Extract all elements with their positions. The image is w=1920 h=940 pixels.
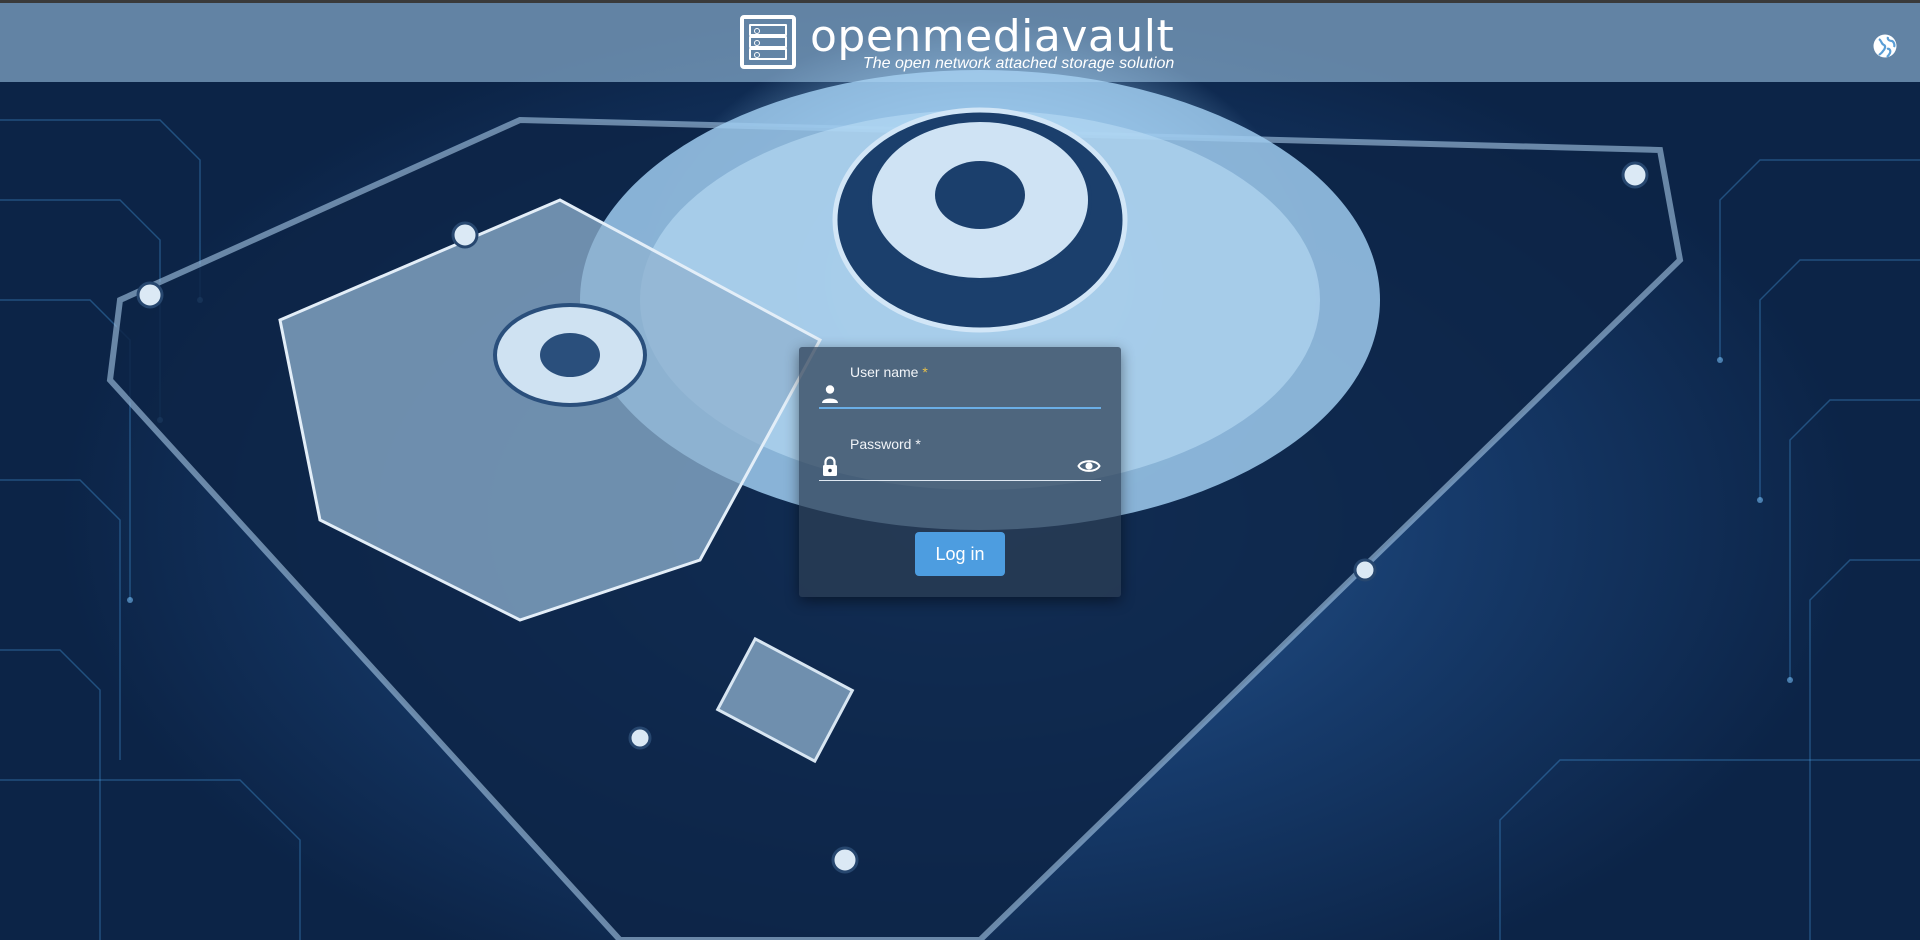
username-field[interactable]: User name * <box>819 347 1101 409</box>
username-label: User name * <box>850 364 928 380</box>
brand: openmediavault The open network attached… <box>740 15 1174 75</box>
brand-tagline: The open network attached storage soluti… <box>862 55 1175 72</box>
login-card: User name * Password * Log in <box>799 347 1121 597</box>
globe-icon[interactable] <box>1872 33 1898 59</box>
server-logo-icon <box>740 15 796 69</box>
lock-icon <box>819 455 841 477</box>
person-icon <box>819 383 841 405</box>
top-bar: openmediavault The open network attached… <box>0 0 1920 82</box>
password-label: Password * <box>850 436 921 452</box>
username-underline <box>819 407 1101 409</box>
username-input[interactable] <box>850 383 1074 405</box>
eye-icon[interactable] <box>1077 455 1101 477</box>
login-button[interactable]: Log in <box>915 532 1005 576</box>
password-underline <box>819 480 1101 481</box>
brand-name: openmediavault <box>810 11 1175 62</box>
password-input[interactable] <box>850 455 1074 477</box>
password-field[interactable]: Password * <box>819 419 1101 481</box>
